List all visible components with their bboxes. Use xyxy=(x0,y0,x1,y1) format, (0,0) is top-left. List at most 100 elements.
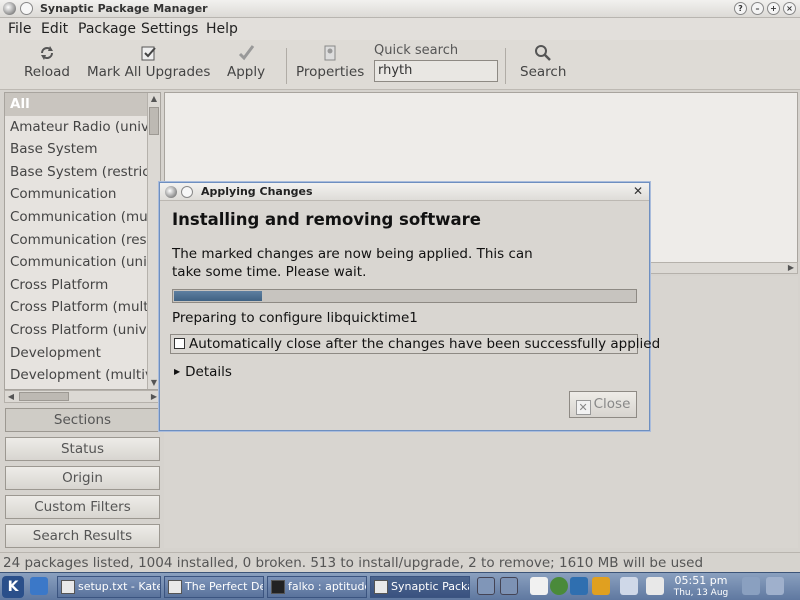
menu-package[interactable]: Package xyxy=(78,21,136,37)
clock-date: Thu, 13 Aug xyxy=(673,588,729,598)
status-button[interactable]: Status xyxy=(5,437,160,461)
quick-search-input[interactable]: rhyth xyxy=(374,60,498,82)
taskbar-task[interactable]: The Perfect Des xyxy=(164,576,264,598)
auto-close-label: Automatically close after the changes ha… xyxy=(189,336,661,352)
package-list-hscrollbar[interactable]: ▶ xyxy=(648,262,798,274)
section-item[interactable]: Cross Platform (univ xyxy=(5,319,160,342)
settings-icon[interactable] xyxy=(550,577,568,595)
window-titlebar: Synaptic Package Manager ? – + × xyxy=(0,0,800,18)
toolbar-separator xyxy=(505,48,506,84)
scroll-left-icon[interactable]: ◀ xyxy=(5,391,17,403)
progress-fill xyxy=(174,291,262,301)
minimize-icon[interactable]: – xyxy=(751,2,764,15)
section-item[interactable]: Cross Platform (mult xyxy=(5,296,160,319)
maximize-icon[interactable]: + xyxy=(767,2,780,15)
close-icon: ✕ xyxy=(575,400,591,415)
mark-upgrades-icon xyxy=(141,46,156,61)
details-expander[interactable]: ▶ Details xyxy=(174,364,232,380)
synaptic-app-icon[interactable] xyxy=(3,2,16,15)
status-bar: 24 packages listed, 1004 installed, 0 br… xyxy=(0,552,800,572)
menu-edit[interactable]: Edit xyxy=(41,21,68,37)
menu-bar: File Edit Package Settings Help xyxy=(0,18,800,40)
progress-bar xyxy=(172,289,637,303)
apply-label: Apply xyxy=(227,64,266,80)
paste-icon[interactable] xyxy=(646,577,664,595)
menu-file[interactable]: File xyxy=(8,21,31,37)
auto-close-checkbox[interactable]: Automatically close after the changes ha… xyxy=(170,334,660,354)
clock[interactable]: 05:51 pm Thu, 13 Aug xyxy=(670,575,732,599)
dialog-message: The marked changes are now being applied… xyxy=(172,246,533,280)
desktop-icon[interactable] xyxy=(30,577,48,595)
properties-icon xyxy=(324,45,336,61)
clock-time: 05:51 pm xyxy=(674,574,728,587)
section-item[interactable]: Development xyxy=(5,342,160,365)
taskbar-task[interactable]: falko : aptitude xyxy=(267,576,367,598)
sections-button[interactable]: Sections xyxy=(5,408,160,432)
apply-button[interactable]: Apply xyxy=(227,44,265,80)
section-item[interactable]: Communication (mu xyxy=(5,206,160,229)
show-desktop-icon[interactable] xyxy=(742,577,760,595)
details-label: Details xyxy=(185,364,232,380)
checkmark-icon xyxy=(239,45,255,61)
search-results-button[interactable]: Search Results xyxy=(5,524,160,548)
scroll-right-icon[interactable]: ▶ xyxy=(785,262,797,274)
section-list[interactable]: All Amateur Radio (univ Base System Base… xyxy=(4,92,161,390)
dialog-heading: Installing and removing software xyxy=(172,210,481,229)
browser-icon xyxy=(168,580,182,594)
section-item[interactable]: Base System (restric xyxy=(5,161,160,184)
window-title: Synaptic Package Manager xyxy=(40,2,208,15)
close-icon[interactable]: × xyxy=(783,2,796,15)
section-item[interactable]: Communication xyxy=(5,183,160,206)
section-item[interactable]: Base System xyxy=(5,138,160,161)
search-button[interactable]: Search xyxy=(520,44,566,80)
properties-label: Properties xyxy=(296,64,365,80)
quick-search-label: Quick search xyxy=(374,43,459,58)
custom-filters-button[interactable]: Custom Filters xyxy=(5,495,160,519)
expander-arrow-icon: ▶ xyxy=(174,367,181,376)
applying-changes-dialog: Applying Changes ✕ Installing and removi… xyxy=(159,182,660,431)
taskbar: K setup.txt - Kate The Perfect Des falko… xyxy=(0,572,800,600)
taskbar-task-active[interactable]: Synaptic Packa xyxy=(370,576,470,598)
origin-button[interactable]: Origin xyxy=(5,466,160,490)
toolbar: Reload Mark All Upgrades Apply Propertie… xyxy=(0,40,800,90)
search-icon xyxy=(535,45,552,61)
network-icon[interactable] xyxy=(620,577,638,595)
scrollbar-thumb[interactable] xyxy=(19,392,69,401)
reload-button[interactable]: Reload xyxy=(24,44,70,80)
section-item[interactable]: Communication (res xyxy=(5,229,160,252)
scrollbar-thumb[interactable] xyxy=(149,107,159,135)
help-icon[interactable]: ? xyxy=(734,2,747,15)
mark-all-upgrades-button[interactable]: Mark All Upgrades xyxy=(87,44,210,80)
update-icon[interactable] xyxy=(592,577,610,595)
close-button[interactable]: ✕ Close xyxy=(569,391,637,418)
kate-icon xyxy=(61,580,75,594)
pager-icon[interactable] xyxy=(477,577,495,595)
section-item[interactable]: Communication (uni xyxy=(5,251,160,274)
section-item[interactable]: Development (multiv xyxy=(5,364,160,387)
k-menu-icon[interactable]: K xyxy=(2,576,24,598)
pager-icon[interactable] xyxy=(500,577,518,595)
reload-label: Reload xyxy=(24,64,70,80)
menu-settings[interactable]: Settings xyxy=(141,21,198,37)
taskbar-task[interactable]: setup.txt - Kate xyxy=(57,576,161,598)
logout-icon[interactable] xyxy=(766,577,784,595)
synaptic-app-icon xyxy=(165,186,177,198)
window-menu-icon[interactable] xyxy=(20,2,33,15)
section-item[interactable]: All xyxy=(5,93,160,116)
section-item[interactable]: Amateur Radio (univ xyxy=(5,116,160,139)
window-menu-icon[interactable] xyxy=(181,186,193,198)
terminal-icon xyxy=(271,580,285,594)
toolbar-separator xyxy=(286,48,287,84)
section-item[interactable]: Cross Platform xyxy=(5,274,160,297)
close-label: Close xyxy=(593,396,631,412)
monitor-icon[interactable] xyxy=(570,577,588,595)
reload-icon xyxy=(40,46,53,60)
section-list-hscrollbar[interactable]: ◀ ▶ xyxy=(4,390,161,403)
menu-help[interactable]: Help xyxy=(206,21,238,37)
scroll-up-icon[interactable]: ▲ xyxy=(148,93,160,105)
clipboard-icon[interactable] xyxy=(530,577,548,595)
properties-button[interactable]: Properties xyxy=(296,44,364,80)
dialog-close-icon[interactable]: ✕ xyxy=(633,184,643,198)
mark-all-label: Mark All Upgrades xyxy=(87,64,211,80)
checkbox-box[interactable] xyxy=(174,338,185,349)
